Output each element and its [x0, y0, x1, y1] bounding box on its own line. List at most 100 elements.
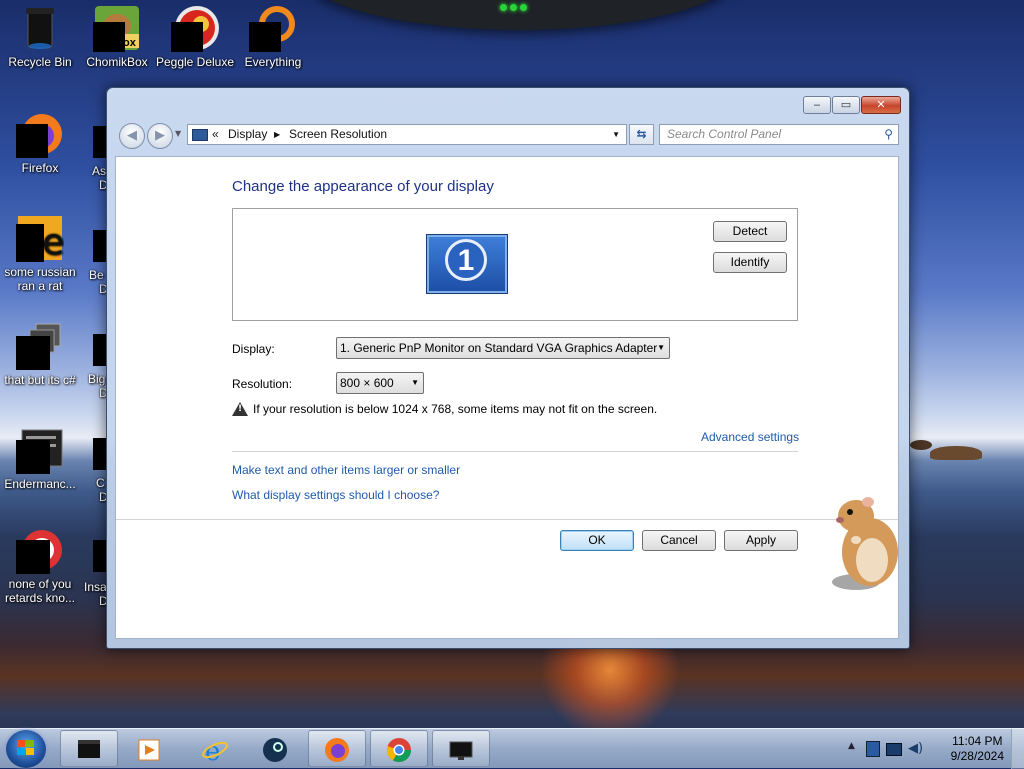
internet-explorer-icon: e [202, 737, 228, 764]
search-icon[interactable]: ⚲ [884, 125, 893, 144]
identify-button[interactable]: Identify [713, 252, 787, 273]
breadcrumb-chevrons[interactable]: « [212, 125, 219, 144]
system-tray: ▲ ◀) 11:04 PM 9/28/2024 [834, 729, 1024, 769]
resolution-select[interactable]: 800 × 600 ▼ [336, 372, 424, 394]
rock [910, 440, 932, 450]
taskbar-display-settings[interactable] [432, 730, 490, 767]
taskbar-internet-explorer[interactable]: e [186, 730, 244, 767]
address-dropdown-icon[interactable]: ▼ [612, 125, 620, 144]
monitor-1-icon[interactable]: 1 [427, 235, 507, 293]
desktop-icon-firefox[interactable]: Firefox [0, 110, 80, 175]
back-button[interactable]: ◀ [119, 123, 145, 149]
divider [232, 451, 798, 452]
display-label: Display: [232, 342, 275, 356]
redaction-box [93, 230, 107, 262]
taskbar-media-player[interactable] [120, 730, 178, 767]
clock-date: 9/28/2024 [950, 749, 1004, 763]
chevron-down-icon: ▼ [411, 378, 419, 387]
breadcrumb-separator-icon[interactable]: ▶ [274, 125, 280, 144]
redaction-box [16, 224, 44, 262]
chomikbox-icon: ox [93, 4, 141, 52]
monitor-preview-area: 1 Detect Identify [232, 208, 798, 321]
recycle-bin-icon [16, 4, 64, 52]
led-icon [500, 4, 507, 11]
search-placeholder: Search Control Panel [667, 127, 782, 141]
detect-button[interactable]: Detect [713, 221, 787, 242]
forward-button[interactable]: ▶ [147, 123, 173, 149]
breadcrumb-display[interactable]: Display [228, 125, 267, 144]
partial-label: Big [88, 372, 106, 386]
taskbar: e ▲ ◀) 11:04 PM 9/28/2024 [0, 728, 1024, 769]
svg-text:e: e [205, 737, 220, 764]
taskbar-steam[interactable] [246, 730, 304, 767]
refresh-button[interactable]: ⇆ [629, 124, 654, 145]
breadcrumb-screen-resolution[interactable]: Screen Resolution [289, 125, 387, 144]
steam-icon [263, 738, 287, 762]
recent-pages-icon[interactable]: ▼ [175, 129, 181, 138]
partial-label: C [96, 476, 105, 490]
warning-text: If your resolution is below 1024 x 768, … [253, 402, 658, 416]
apply-button[interactable]: Apply [724, 530, 798, 551]
cancel-button[interactable]: Cancel [642, 530, 716, 551]
navigation-bar: ◀ ▶ ▼ « Display ▶ Screen Resolution ▼ ⇆ … [117, 123, 899, 149]
close-button[interactable]: ✕ [861, 96, 901, 114]
desktop-icon-label: that but its c# [4, 373, 76, 387]
taskbar-cmd[interactable] [60, 730, 118, 767]
redaction-box [93, 438, 107, 470]
resolution-value: 800 × 600 [340, 376, 394, 390]
address-bar[interactable]: « Display ▶ Screen Resolution ▼ [187, 124, 627, 145]
advanced-settings-link[interactable]: Advanced settings [701, 430, 799, 444]
display-value: 1. Generic PnP Monitor on Standard VGA G… [340, 341, 658, 355]
redaction-box [93, 22, 125, 52]
desktop-icon-chomikbox[interactable]: ox ChomikBox [77, 4, 157, 69]
badge-text: ox [123, 37, 136, 49]
desktop-icon-label: Recycle Bin [8, 55, 72, 69]
taskbar-firefox[interactable] [308, 730, 366, 767]
redaction-box [16, 336, 50, 370]
desktop-icon-label: Firefox [21, 161, 59, 175]
display-select[interactable]: 1. Generic PnP Monitor on Standard VGA G… [336, 337, 670, 359]
redaction-box [93, 334, 107, 366]
desktop-icon-label: Endermanc... [4, 477, 76, 491]
taskbar-chrome[interactable] [370, 730, 428, 767]
warning-icon: ! [232, 402, 248, 416]
start-button[interactable] [6, 730, 46, 768]
chevron-down-icon: ▼ [657, 343, 665, 352]
desktop-icon-everything[interactable]: Everything [233, 4, 313, 69]
show-hidden-icons-button[interactable]: ▲ [848, 741, 855, 751]
firefox-icon [325, 738, 349, 762]
caption-buttons: ‒ ▭ ✕ [802, 96, 901, 114]
svg-text:e: e [42, 222, 64, 262]
desktop-icon-recycle-bin[interactable]: Recycle Bin [0, 4, 80, 69]
desktop-icon-that-but-csharp[interactable]: that but its c# [0, 322, 80, 387]
text-size-link[interactable]: Make text and other items larger or smal… [232, 463, 460, 477]
media-player-icon [138, 739, 160, 761]
firefox-icon [16, 110, 64, 158]
desktop-icon-label: some russian ran a rat [4, 265, 76, 293]
desktop-icon-peggle[interactable]: Peggle Deluxe [155, 4, 235, 69]
redaction-box [16, 440, 50, 474]
desktop-icon-russian-rat[interactable]: e some russian ran a rat [0, 214, 80, 293]
minimize-button[interactable]: ‒ [803, 96, 831, 114]
show-desktop-button[interactable] [1011, 729, 1024, 769]
clock[interactable]: 11:04 PM 9/28/2024 [951, 734, 1004, 764]
maximize-button[interactable]: ▭ [832, 96, 860, 114]
hamster-desktop-pet[interactable] [826, 490, 902, 596]
clock-time: 11:04 PM [952, 734, 1003, 748]
everything-icon [249, 4, 297, 52]
redaction-box [16, 540, 50, 574]
desktop-icon-label: ChomikBox [86, 55, 148, 69]
page-title: Change the appearance of your display [232, 178, 494, 195]
display-settings-help-link[interactable]: What display settings should I choose? [232, 488, 439, 502]
display-icon [192, 129, 208, 141]
volume-icon[interactable]: ◀) [908, 741, 923, 756]
partial-label: Be [89, 268, 104, 282]
desktop-icon-none-of-you[interactable]: none of you retards kno... [0, 526, 80, 605]
ok-button[interactable]: OK [560, 530, 634, 551]
network-icon[interactable] [886, 743, 902, 756]
action-center-icon[interactable] [866, 741, 880, 757]
desktop-icon-endermanch[interactable]: Endermanc... [0, 426, 80, 491]
top-widget [300, 0, 740, 30]
screen-resolution-window: ‒ ▭ ✕ ◀ ▶ ▼ « Display ▶ Screen Resolutio… [106, 87, 910, 649]
search-input[interactable]: Search Control Panel ⚲ [659, 124, 899, 145]
